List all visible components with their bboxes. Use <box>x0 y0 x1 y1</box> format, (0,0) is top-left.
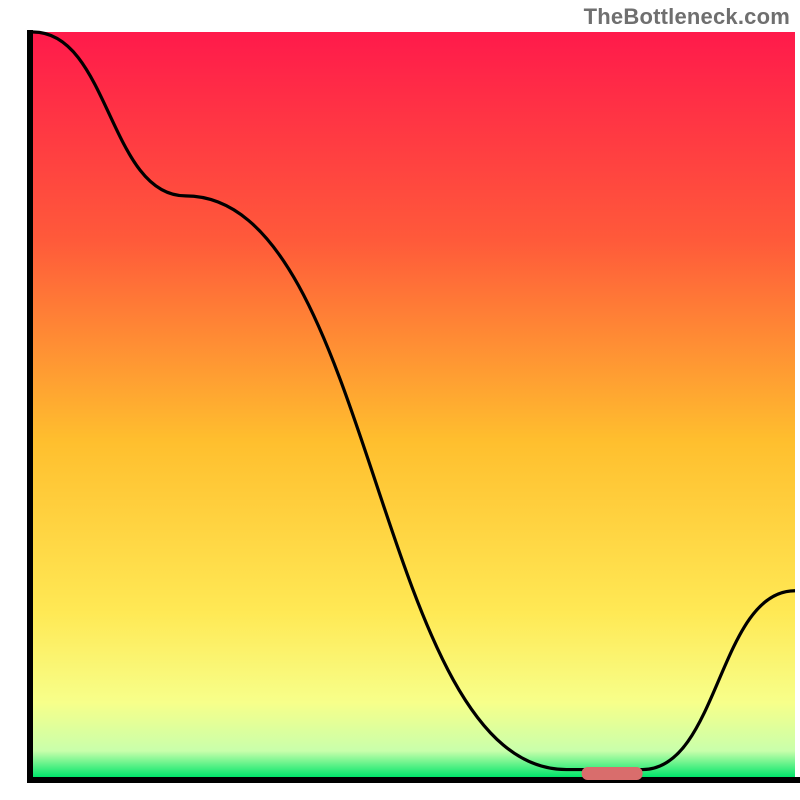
plot-background <box>33 32 795 777</box>
chart-container: TheBottleneck.com <box>0 0 800 800</box>
optimal-marker <box>582 767 643 780</box>
bottleneck-chart <box>0 0 800 800</box>
